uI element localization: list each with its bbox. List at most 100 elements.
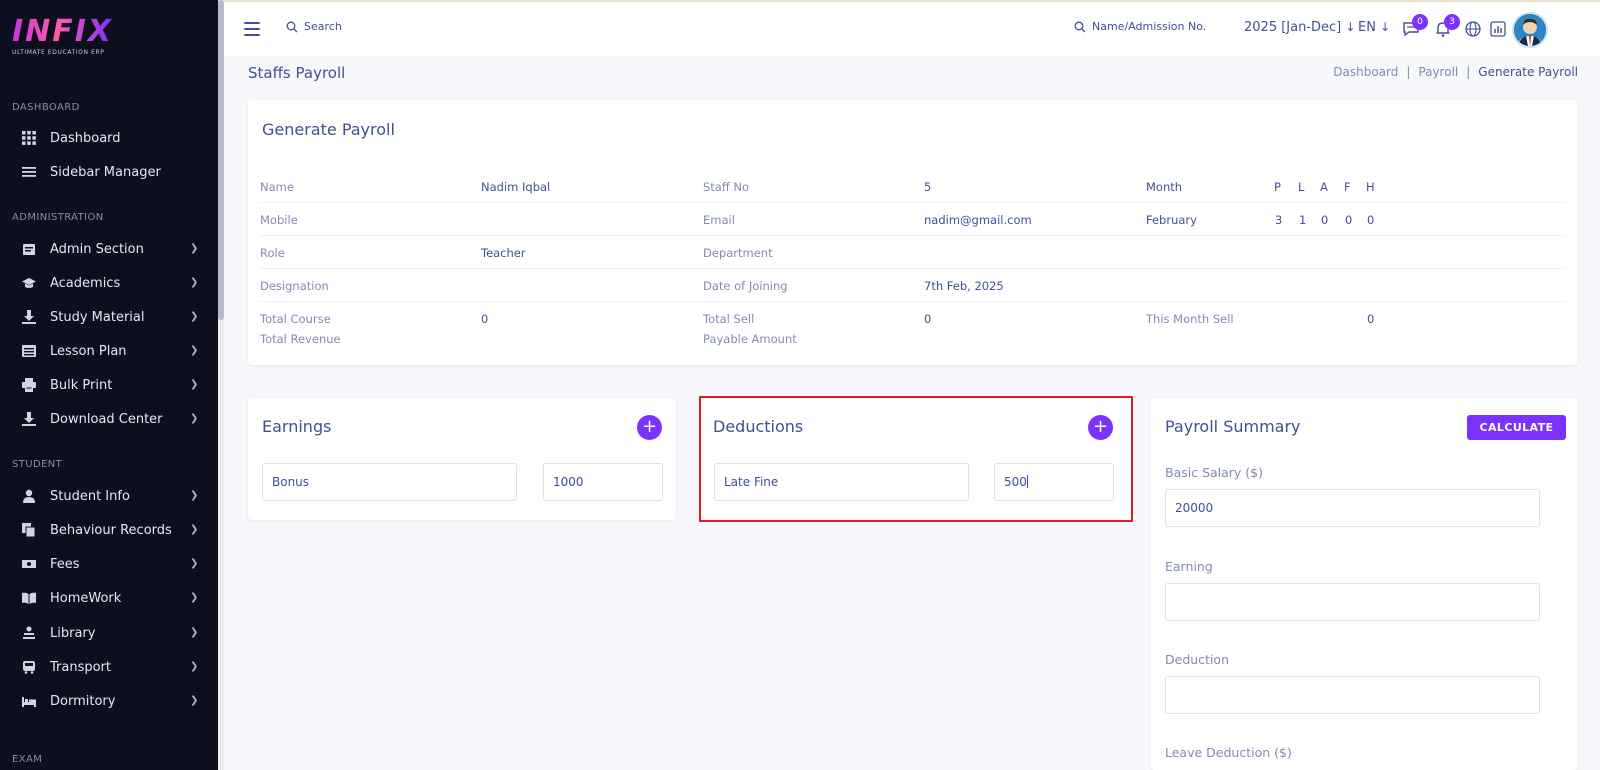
generate-payroll-card: Generate Payroll Name Nadim Iqbal Staff … (248, 100, 1578, 365)
info-row: Designation Date of Joining 7th Feb, 202… (260, 269, 1566, 302)
chart-icon (1490, 21, 1506, 37)
chevron-right-icon: ❯ (190, 627, 199, 638)
student-search-input[interactable]: Name/Admission No. (1074, 20, 1206, 33)
earning-input[interactable] (1165, 583, 1540, 621)
sidebar-item-label: Transport (50, 659, 112, 675)
leave-deduction-label: Leave Deduction ($) (1165, 745, 1292, 760)
sidebar-item-transport[interactable]: Transport ❯ (0, 652, 218, 682)
website-button[interactable] (1464, 20, 1482, 38)
info-row: Total Course 0 Total Sell 0 This Month S… (260, 302, 1566, 352)
staff-no-label: Staff No (703, 180, 750, 194)
search-label: Search (304, 20, 342, 33)
sidebar-scrollbar[interactable] (218, 0, 224, 770)
breadcrumb: Dashboard | Payroll | Generate Payroll (1333, 65, 1578, 79)
menu-toggle-icon[interactable] (244, 22, 260, 36)
breadcrumb-current: Generate Payroll (1478, 65, 1578, 79)
globe-icon (1465, 21, 1481, 37)
arrow-down-icon: ↓ (1345, 20, 1356, 34)
department-label: Department (703, 246, 773, 260)
chevron-right-icon: ❯ (190, 695, 199, 706)
total-sell-value: 0 (924, 312, 932, 326)
calculate-button[interactable]: CALCULATE (1467, 415, 1566, 440)
list-icon (22, 167, 36, 177)
earning-amount-input[interactable]: 1000 (543, 463, 663, 501)
search-button[interactable]: Search (286, 20, 342, 33)
sidebar-item-download-center[interactable]: Download Center ❯ (0, 404, 218, 434)
download-icon (22, 412, 36, 426)
name-value: Nadim Iqbal (481, 180, 551, 194)
language-value: EN (1358, 20, 1376, 35)
bed-icon (22, 697, 36, 707)
sidebar-item-lesson-plan[interactable]: Lesson Plan ❯ (0, 336, 218, 366)
chevron-right-icon: ❯ (190, 345, 199, 356)
sidebar-item-fees[interactable]: Fees ❯ (0, 549, 218, 579)
attendance-value-h: 0 (1367, 213, 1375, 227)
basic-salary-input[interactable]: 20000 (1165, 489, 1540, 527)
logo[interactable]: INFIX ULTIMATE EDUCATION ERP (12, 16, 113, 57)
sidebar-item-label: Sidebar Manager (50, 164, 161, 180)
sidebar-item-study-material[interactable]: Study Material ❯ (0, 302, 218, 332)
chevron-right-icon: ❯ (190, 311, 199, 322)
language-select[interactable]: EN ↓ (1358, 20, 1390, 35)
earning-label: Earning (1165, 559, 1213, 574)
session-value: 2025 [Jan-Dec] (1244, 20, 1342, 35)
sidebar-item-behaviour-records[interactable]: Behaviour Records ❯ (0, 515, 218, 545)
total-revenue-label: Total Revenue (260, 332, 341, 346)
search-icon (1074, 21, 1086, 32)
avatar[interactable] (1512, 12, 1548, 48)
deduction-input[interactable] (1165, 676, 1540, 714)
session-select[interactable]: 2025 [Jan-Dec] ↓ (1244, 20, 1355, 35)
messages-button[interactable]: 0 (1402, 14, 1428, 38)
sidebar-item-dormitory[interactable]: Dormitory ❯ (0, 686, 218, 716)
sidebar-item-label: Student Info (50, 488, 130, 504)
chevron-right-icon: ❯ (190, 661, 199, 672)
sidebar-item-admin-section[interactable]: Admin Section ❯ (0, 234, 218, 264)
attendance-header-p: P (1274, 180, 1281, 194)
earning-type-input[interactable]: Bonus (262, 463, 517, 501)
reports-button[interactable] (1489, 20, 1507, 38)
chevron-right-icon: ❯ (190, 524, 199, 535)
notifications-button[interactable]: 3 (1434, 14, 1460, 38)
sidebar-item-homework[interactable]: HomeWork ❯ (0, 583, 218, 613)
section-dashboard: DASHBOARD (12, 102, 80, 113)
sidebar: INFIX ULTIMATE EDUCATION ERP DASHBOARD D… (0, 0, 218, 770)
add-earning-button[interactable]: + (637, 415, 662, 440)
section-student: STUDENT (12, 459, 63, 470)
search-icon (286, 21, 298, 32)
month-value: February (1146, 213, 1197, 227)
attendance-header-l: L (1298, 180, 1305, 194)
section-exam: EXAM (12, 754, 43, 765)
earnings-title: Earnings (262, 417, 332, 436)
breadcrumb-payroll[interactable]: Payroll (1418, 65, 1458, 79)
sidebar-item-sidebar-manager[interactable]: Sidebar Manager (0, 157, 218, 187)
arrow-down-icon: ↓ (1380, 20, 1391, 34)
sidebar-item-label: Behaviour Records (50, 522, 172, 538)
chevron-right-icon: ❯ (190, 490, 199, 501)
staff-no-value: 5 (924, 180, 932, 194)
book-icon (22, 592, 36, 604)
sidebar-item-dashboard[interactable]: Dashboard (0, 123, 218, 153)
total-sell-label: Total Sell (703, 312, 755, 326)
email-label: Email (703, 213, 735, 227)
mobile-label: Mobile (260, 213, 298, 227)
date-of-joining-value: 7th Feb, 2025 (924, 279, 1004, 293)
total-course-value: 0 (481, 312, 489, 326)
sidebar-item-label: Lesson Plan (50, 343, 127, 359)
sidebar-item-label: Fees (50, 556, 80, 572)
info-row: Role Teacher Department (260, 236, 1566, 269)
sidebar-item-bulk-print[interactable]: Bulk Print ❯ (0, 370, 218, 400)
chevron-right-icon: ❯ (190, 592, 199, 603)
download-icon (22, 310, 36, 324)
sidebar-item-library[interactable]: Library ❯ (0, 618, 218, 648)
sidebar-item-student-info[interactable]: Student Info ❯ (0, 481, 218, 511)
sidebar-item-label: Dashboard (50, 130, 121, 146)
chevron-right-icon: ❯ (190, 379, 199, 390)
payroll-summary-title: Payroll Summary (1165, 417, 1301, 436)
breadcrumb-dashboard[interactable]: Dashboard (1333, 65, 1398, 79)
attendance-value-f: 0 (1345, 213, 1353, 227)
sidebar-item-label: Dormitory (50, 693, 116, 709)
info-row: Name Nadim Iqbal Staff No 5 Month P L A … (260, 170, 1566, 203)
sidebar-item-academics[interactable]: Academics ❯ (0, 268, 218, 298)
attendance-header-f: F (1344, 180, 1351, 194)
copy-icon (22, 523, 36, 537)
